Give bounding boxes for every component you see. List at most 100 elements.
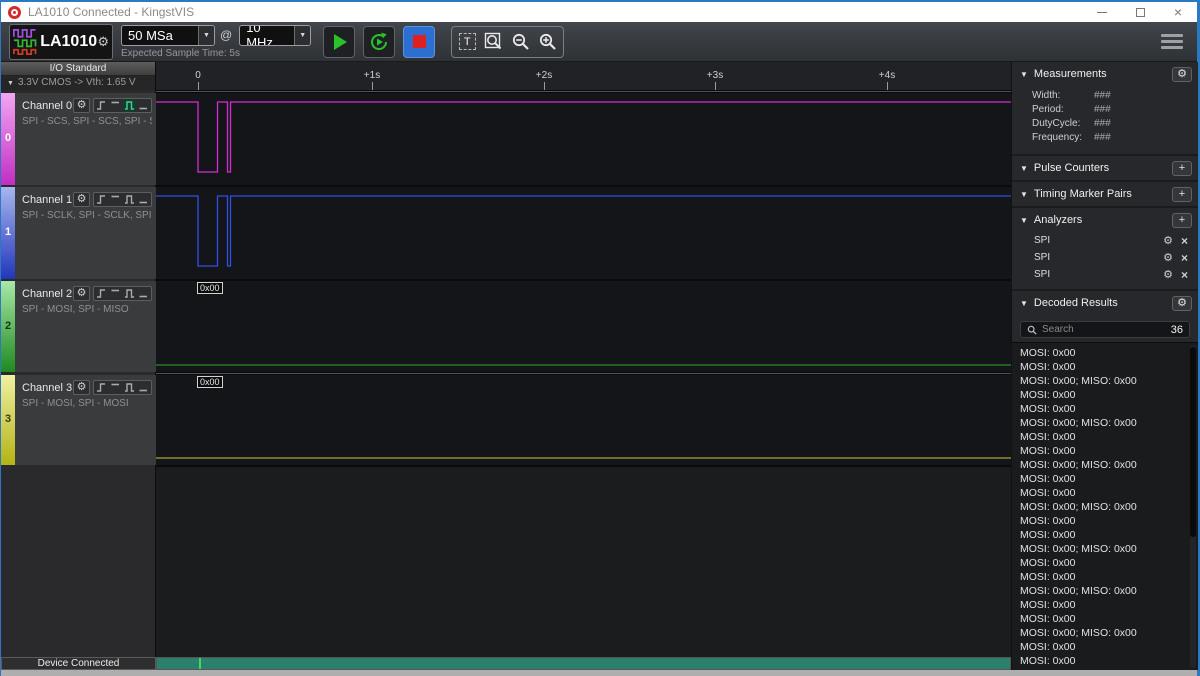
chevron-down-icon[interactable]: ▼ <box>294 26 310 45</box>
decoded-result-row[interactable]: MOSI: 0x00 <box>1012 360 1198 374</box>
channel-1-waveform-lane[interactable] <box>156 187 1011 279</box>
timing-marker-tool-button[interactable]: T <box>457 32 477 52</box>
channel-0-settings-gear-icon[interactable]: ⚙ <box>73 98 90 113</box>
add-timing-marker-pair-button[interactable]: + <box>1172 187 1192 202</box>
timeline-ruler[interactable]: 0+1s+2s+3s+4s <box>156 62 1011 90</box>
menu-button[interactable] <box>1161 34 1183 49</box>
sample-rate-select[interactable]: 10 MHz ▼ <box>239 25 311 46</box>
stop-capture-button[interactable] <box>403 26 435 58</box>
trigger-high-level-icon[interactable] <box>109 381 122 394</box>
trigger-rising-edge-icon[interactable] <box>95 381 108 394</box>
channel-3-waveform-lane[interactable]: 0x00 <box>156 375 1011 465</box>
trigger-either-edge-icon[interactable] <box>123 381 136 394</box>
decoded-results-list[interactable]: MOSI: 0x00MOSI: 0x00MOSI: 0x00; MISO: 0x… <box>1012 342 1198 670</box>
pulse-counters-header[interactable]: ▼ Pulse Counters + <box>1012 156 1198 180</box>
trigger-either-edge-icon[interactable] <box>123 99 136 112</box>
waveform-area[interactable]: 0+1s+2s+3s+4s 0x00 0x00 <box>156 62 1011 670</box>
channel-2-settings-gear-icon[interactable]: ⚙ <box>73 286 90 301</box>
analyzer-settings-gear-icon[interactable]: ⚙ <box>1163 251 1173 264</box>
device-settings-gear-icon[interactable]: ⚙ <box>97 34 112 50</box>
analyzer-settings-gear-icon[interactable]: ⚙ <box>1163 234 1173 247</box>
decoded-result-row[interactable]: MOSI: 0x00 <box>1012 346 1198 360</box>
capture-overview-bar[interactable] <box>156 657 1011 670</box>
decoded-result-row[interactable]: MOSI: 0x00 <box>1012 556 1198 570</box>
zoom-region-button[interactable] <box>484 32 504 52</box>
device-type-label: Logic Analyzer <box>42 59 112 60</box>
decoded-result-row[interactable]: MOSI: 0x00; MISO: 0x00 <box>1012 542 1198 556</box>
channel-1-settings-gear-icon[interactable]: ⚙ <box>73 192 90 207</box>
channel-0-waveform-lane[interactable] <box>156 93 1011 185</box>
trigger-rising-edge-icon[interactable] <box>95 99 108 112</box>
add-pulse-counter-button[interactable]: + <box>1172 161 1192 176</box>
decoded-results-header[interactable]: ▼ Decoded Results ⚙ <box>1012 291 1198 315</box>
decoded-result-row[interactable]: MOSI: 0x00 <box>1012 654 1198 668</box>
trigger-either-edge-icon[interactable] <box>123 287 136 300</box>
chevron-down-icon[interactable]: ▼ <box>198 26 214 45</box>
decoded-scrollbar-thumb[interactable] <box>1190 347 1196 537</box>
minimize-icon <box>1097 12 1107 13</box>
trigger-low-level-icon[interactable] <box>137 381 150 394</box>
channel-2-waveform-lane[interactable]: 0x00 <box>156 281 1011 372</box>
minimize-button[interactable] <box>1083 2 1121 22</box>
measurements-header[interactable]: ▼ Measurements ⚙ <box>1012 62 1198 86</box>
device-box[interactable]: LA1010 ⚙ Logic Analyzer <box>9 24 113 60</box>
app-window: LA1010 Connected - KingstVIS × LA1010 ⚙ … <box>0 0 1200 676</box>
zoom-out-button[interactable] <box>511 32 531 52</box>
decoded-results-settings-gear-icon[interactable]: ⚙ <box>1172 296 1192 311</box>
trigger-low-level-icon[interactable] <box>137 287 150 300</box>
analyzer-row[interactable]: SPI⚙× <box>1012 232 1198 249</box>
trigger-high-level-icon[interactable] <box>109 193 122 206</box>
decoded-result-row[interactable]: MOSI: 0x00 <box>1012 430 1198 444</box>
channel-1-trigger-group <box>93 192 152 207</box>
trigger-rising-edge-icon[interactable] <box>95 287 108 300</box>
decoded-result-row[interactable]: MOSI: 0x00 <box>1012 388 1198 402</box>
maximize-button[interactable] <box>1121 2 1159 22</box>
measurements-settings-gear-icon[interactable]: ⚙ <box>1172 67 1192 82</box>
analyzer-row[interactable]: SPI⚙× <box>1012 266 1198 283</box>
decoded-result-row[interactable]: MOSI: 0x00; MISO: 0x00 <box>1012 626 1198 640</box>
decoded-result-row[interactable]: MOSI: 0x00; MISO: 0x00 <box>1012 416 1198 430</box>
decoded-result-row[interactable]: MOSI: 0x00 <box>1012 472 1198 486</box>
trigger-rising-edge-icon[interactable] <box>95 193 108 206</box>
trigger-high-level-icon[interactable] <box>109 287 122 300</box>
trigger-low-level-icon[interactable] <box>137 193 150 206</box>
repeat-capture-button[interactable] <box>363 26 395 58</box>
analyzer-name: SPI <box>1034 252 1163 263</box>
analyzer-row[interactable]: SPI⚙ × <box>1012 249 1198 266</box>
decoded-results-search[interactable]: Search 36 <box>1020 321 1190 338</box>
overview-position-marker[interactable] <box>199 658 201 669</box>
voltage-threshold-row[interactable]: ▼3.3V CMOS -> Vth: 1.65 V <box>1 76 155 90</box>
sample-count-select[interactable]: 50 MSa ▼ <box>121 25 215 46</box>
decoded-result-row[interactable]: MOSI: 0x00 <box>1012 486 1198 500</box>
trigger-low-level-icon[interactable] <box>137 99 150 112</box>
decoded-result-row[interactable]: MOSI: 0x00 <box>1012 598 1198 612</box>
decoded-result-row[interactable]: MOSI: 0x00 <box>1012 612 1198 626</box>
channel-2-signals: SPI - MOSI, SPI - MISO <box>22 304 152 315</box>
decoded-result-row[interactable]: MOSI: 0x00 <box>1012 528 1198 542</box>
decoded-result-row[interactable]: MOSI: 0x00; MISO: 0x00 <box>1012 500 1198 514</box>
analyzer-list: SPI⚙×SPI⚙×SPI⚙× <box>1012 232 1198 289</box>
decoded-result-row[interactable]: MOSI: 0x00 <box>1012 640 1198 654</box>
channel-3-settings-gear-icon[interactable]: ⚙ <box>73 380 90 395</box>
analyzer-remove-icon[interactable]: × <box>1181 234 1188 248</box>
close-button[interactable]: × <box>1159 2 1197 22</box>
decoded-scrollbar[interactable] <box>1190 345 1196 668</box>
decoded-result-row[interactable]: MOSI: 0x00; MISO: 0x00 <box>1012 584 1198 598</box>
decoded-result-row[interactable]: MOSI: 0x00 <box>1012 402 1198 416</box>
zoom-in-button[interactable] <box>538 32 558 52</box>
decoded-result-row[interactable]: MOSI: 0x00 <box>1012 444 1198 458</box>
timing-marker-pairs-header[interactable]: ▼ Timing Marker Pairs + <box>1012 182 1198 206</box>
analyzer-remove-icon[interactable]: × <box>1181 268 1188 282</box>
decoded-result-row[interactable]: MOSI: 0x00; MISO: 0x00 <box>1012 374 1198 388</box>
analyzer-remove-icon[interactable]: × <box>1181 251 1188 265</box>
analyzer-settings-gear-icon[interactable]: ⚙ <box>1163 268 1173 281</box>
add-analyzer-button[interactable]: + <box>1172 213 1192 228</box>
trigger-either-edge-icon[interactable] <box>123 193 136 206</box>
start-capture-button[interactable] <box>323 26 355 58</box>
analyzers-header[interactable]: ▼ Analyzers + <box>1012 208 1198 232</box>
decoded-result-row[interactable]: MOSI: 0x00 <box>1012 514 1198 528</box>
trigger-high-level-icon[interactable] <box>109 99 122 112</box>
decoded-result-row[interactable]: MOSI: 0x00 <box>1012 570 1198 584</box>
io-standard-header[interactable]: I/O Standard <box>1 62 155 76</box>
decoded-result-row[interactable]: MOSI: 0x00; MISO: 0x00 <box>1012 458 1198 472</box>
